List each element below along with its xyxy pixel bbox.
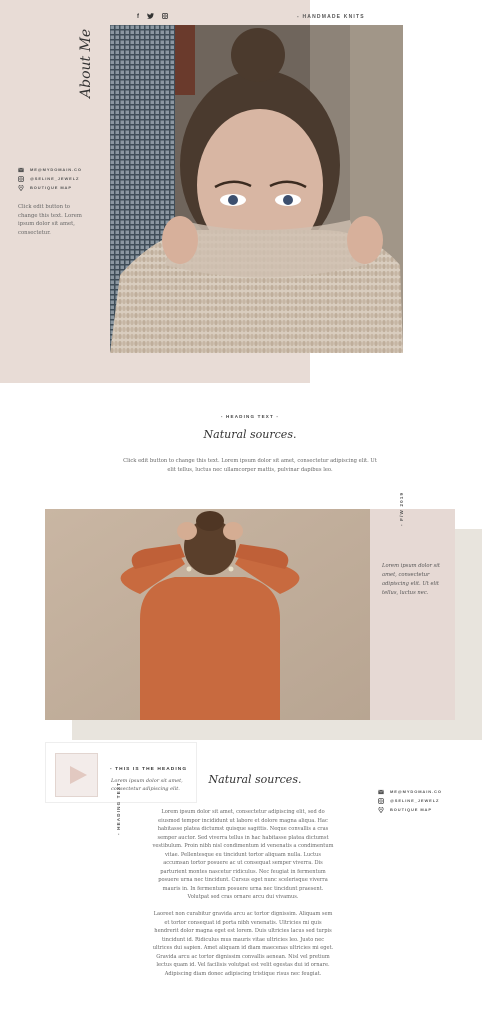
twitter-glyph [147,13,154,19]
body-paragraph: Laoreet non curabitur gravida arcu ac to… [152,911,334,977]
contact-instagram[interactable]: @SELINE_JEWELZ [18,174,82,183]
contact-map[interactable]: BOUTIQUE MAP [378,805,442,814]
body-paragraph: Lorem ipsum dolor sit amet, consectetur … [152,809,334,901]
section-paragraph: Click edit button to change this text. L… [123,458,377,473]
hero-contact-list: ME@MYDOMAIN.CO @SELINE_JEWELZ BOUTIQUE M… [18,165,82,192]
contact-label: @SELINE_JEWELZ [390,798,440,803]
instagram-icon [378,797,384,804]
portrait-illustration [110,25,403,353]
hero-description: Click edit button to change this text. L… [18,204,82,236]
section-title: Natural sources. [203,428,297,441]
contact-email[interactable]: ME@MYDOMAIN.CO [378,787,442,796]
section-body: Lorem ipsum dolor sit amet, consectetur … [152,808,334,986]
social-links: f [137,13,168,22]
instagram-icon [18,175,24,182]
contact-label: ME@MYDOMAIN.CO [390,789,442,794]
feature-card-text: Lorem ipsum dolor sit amet, consectetur … [382,563,440,596]
contact-label: BOUTIQUE MAP [390,807,432,812]
contact-label: @SELINE_JEWELZ [30,176,80,181]
season-label: - F/W 2019 [399,491,404,526]
contact-instagram[interactable]: @SELINE_JEWELZ [378,796,442,805]
twitter-icon[interactable] [147,13,154,22]
contact-email[interactable]: ME@MYDOMAIN.CO [18,165,82,174]
section-heading: - HEADING TEXT - [220,414,280,419]
section-title: Natural sources. [208,773,302,786]
vertical-heading: - HEADING TEXT [116,781,121,835]
hero-portrait-image [110,25,403,353]
orange-sweater-illustration [45,509,370,720]
map-pin-icon [378,806,384,813]
mail-icon [378,789,384,794]
map-pin-icon [18,184,24,191]
feature-image [45,509,370,720]
video-heading: - THIS IS THE HEADING [110,767,188,772]
facebook-icon[interactable]: f [137,13,139,22]
instagram-glyph [162,13,168,19]
mail-icon [18,167,24,172]
page-title: About Me [78,28,94,98]
footer-contact-list: ME@MYDOMAIN.CO @SELINE_JEWELZ BOUTIQUE M… [378,787,442,814]
contact-label: ME@MYDOMAIN.CO [30,167,82,172]
play-icon[interactable] [70,766,87,784]
tagline: - HANDMADE KNITS [297,14,365,20]
contact-map[interactable]: BOUTIQUE MAP [18,183,82,192]
contact-label: BOUTIQUE MAP [30,185,72,190]
instagram-icon[interactable] [162,13,168,22]
